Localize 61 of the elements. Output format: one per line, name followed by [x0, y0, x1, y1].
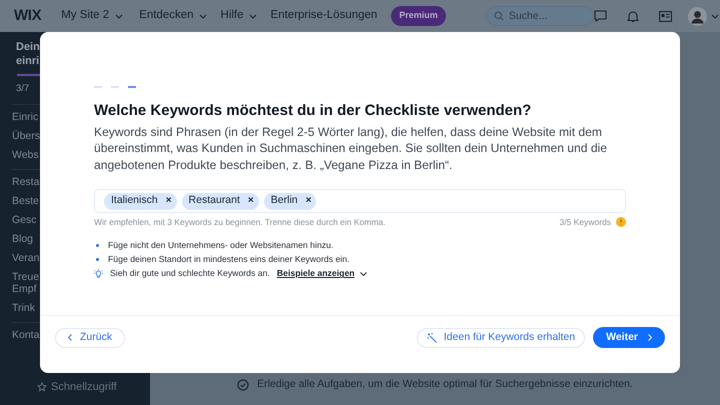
sidebar-item[interactable]: Webs	[12, 149, 39, 162]
tip-text: Sieh dir gute und schlechte Keywords an.	[110, 267, 270, 280]
sidebar-item[interactable]: Treue Empf	[12, 271, 39, 296]
chevron-down-icon	[198, 14, 207, 18]
bell-icon[interactable]	[626, 10, 639, 22]
bullet-icon	[96, 244, 99, 248]
chevron-down-icon	[710, 14, 719, 18]
hint-text: Wir empfehlen, mit 3 Keywords zu beginnen. Trenne diese durch ein Komma.	[94, 216, 386, 229]
sidebar-title: Dein	[16, 40, 40, 54]
sidebar-item[interactable]: Einric	[12, 111, 39, 124]
nav-menu[interactable]: Hilfe	[220, 7, 257, 25]
next-button[interactable]: Weiter	[593, 327, 665, 348]
site-menu[interactable]: My Site 2	[61, 7, 134, 25]
star-icon	[37, 382, 47, 392]
chevron-down-icon	[115, 14, 124, 18]
sidebar-title: einri	[16, 54, 40, 68]
keyword-tag: Italienisch ×	[104, 192, 177, 210]
keyword-tag: Restaurant ×	[182, 192, 259, 210]
chevron-left-icon	[68, 334, 72, 341]
nav-menu[interactable]: Entdecken	[139, 7, 207, 25]
tip-text: Füge nicht den Unternehmens- oder Websitenamen hinzu.	[108, 239, 334, 252]
sidebar-item[interactable]: Veran	[12, 252, 39, 264]
account-menu[interactable]	[688, 6, 719, 26]
contact-card-icon[interactable]	[658, 10, 672, 22]
quick-access-button[interactable]: Schnellzugriff	[0, 378, 150, 395]
keywords-field[interactable]: Italienisch × Restaurant × Berlin ×	[94, 189, 626, 213]
avatar-icon	[688, 6, 707, 26]
progress-text: 3/7	[15, 82, 30, 96]
sidebar-item[interactable]: Blog	[12, 233, 39, 246]
description-text: Keywords sind Phrasen (in der Regel 2-5 Wörter lang), die helfen, dass deine Website mit dem übereinstimmt, was Kunden in Suchmaschinen eingeben. Sie sollten dein Unternehmen und die angebotenen Produkte beschreiben, z. B. „Vegane Pizza in Berlin“.	[94, 124, 608, 173]
sidebar-item[interactable]: Resta	[12, 176, 39, 188]
sidebar-item[interactable]: Gesc	[12, 214, 39, 226]
sidebar-item[interactable]: Trink	[12, 302, 39, 314]
keyword-tag: Berlin ×	[264, 192, 316, 210]
search-field[interactable]: Suche...	[486, 6, 594, 26]
chat-icon[interactable]	[594, 10, 607, 22]
back-button[interactable]: Zurück	[55, 328, 126, 348]
lightbulb-icon	[94, 268, 103, 279]
warning-icon	[616, 217, 626, 228]
chevron-right-icon	[648, 334, 652, 341]
keyword-count: 3/5 Keywords	[560, 216, 611, 229]
examples-link[interactable]: Beispiele anzeigen	[276, 267, 367, 280]
remove-tag-button[interactable]: ×	[306, 196, 312, 206]
chevron-down-icon	[360, 272, 367, 276]
premium-badge[interactable]: Premium	[391, 6, 446, 26]
nav-link[interactable]: Enterprise-Lösungen	[270, 7, 378, 25]
remove-tag-button[interactable]: ×	[248, 196, 254, 206]
check-circle-icon	[237, 379, 250, 392]
chevron-down-icon	[248, 14, 257, 18]
sidebar-item[interactable]: Konta	[12, 329, 39, 342]
status-text: Erledige alle Aufgaben, um die Website optimal für Suchergebnisse einzurichten.	[257, 377, 633, 392]
sidebar-item[interactable]: Beste	[12, 195, 39, 208]
magic-wand-icon	[426, 332, 437, 342]
logo[interactable]: WIX	[14, 4, 42, 28]
ideas-button[interactable]: Ideen für Keywords erhalten	[416, 328, 586, 348]
sidebar-item[interactable]: Übers	[12, 130, 39, 142]
dialog-title: Welche Keywords möchtest du in der Checkliste verwenden?	[94, 100, 532, 120]
tip-text: Füge deinen Standort in mindestens eins deiner Keywords ein.	[108, 253, 350, 266]
search-icon	[494, 11, 504, 21]
bullet-icon	[96, 258, 99, 262]
remove-tag-button[interactable]: ×	[166, 196, 172, 206]
